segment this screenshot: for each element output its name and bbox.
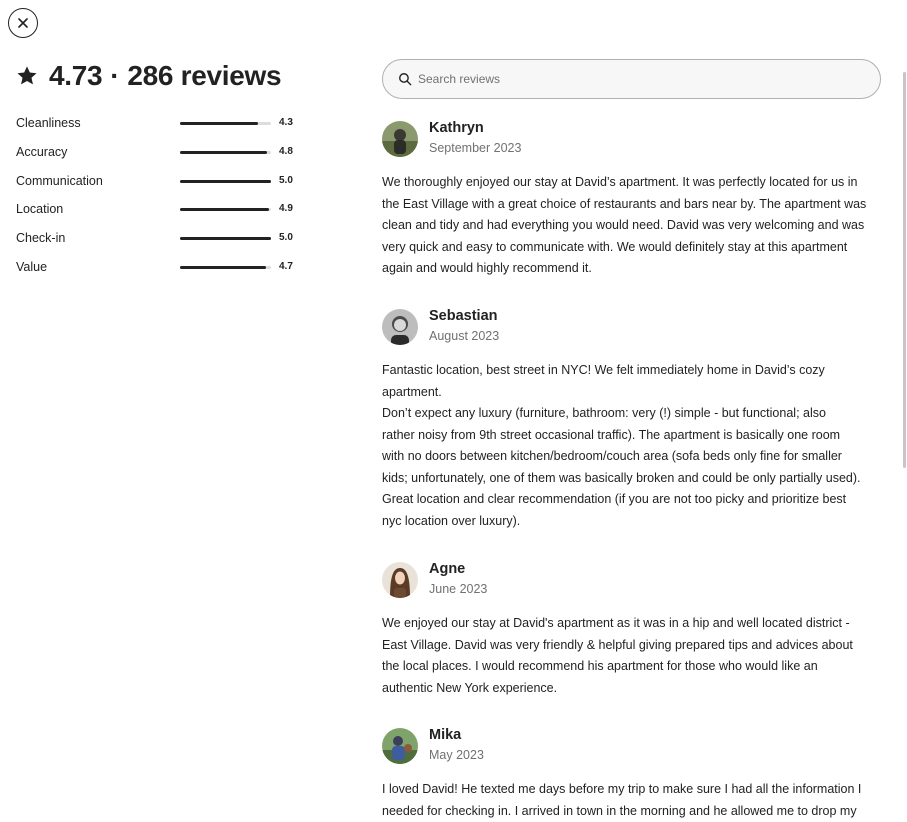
review-line: I loved David! He texted me days before … xyxy=(382,779,882,801)
review-line: again and would highly recommend it. xyxy=(382,258,882,280)
avatar[interactable] xyxy=(382,121,418,157)
rating-label: Value xyxy=(16,260,47,274)
rating-value: 4.8 xyxy=(279,146,293,157)
review-text: Fantastic location, best street in NYC! … xyxy=(382,360,882,532)
review-text: We enjoyed our stay at David's apartment… xyxy=(382,613,882,699)
review-line: authentic New York experience. xyxy=(382,678,882,700)
rating-bar-fill xyxy=(180,122,258,125)
rating-row-check-in: Check-in 5.0 xyxy=(16,229,306,258)
reviewer-name: Mika xyxy=(429,727,461,743)
rating-value: 5.0 xyxy=(279,175,293,186)
rating-bar-fill xyxy=(180,266,266,269)
separator-dot: · xyxy=(110,60,119,92)
star-icon xyxy=(16,65,38,87)
review-date: September 2023 xyxy=(429,141,521,155)
rating-label: Location xyxy=(16,202,63,216)
review-line: rather noisy from 9th street occasional … xyxy=(382,425,882,447)
review-line: the East Village with a great choice of … xyxy=(382,194,882,216)
close-icon xyxy=(18,18,28,28)
rating-label: Check-in xyxy=(16,231,65,245)
overall-rating: 4.73 xyxy=(49,60,102,92)
review-line: Don’t expect any luxury (furniture, bath… xyxy=(382,403,882,425)
review-date: May 2023 xyxy=(429,748,484,762)
review-header: Mika May 2023 xyxy=(382,727,882,767)
avatar[interactable] xyxy=(382,728,418,764)
rating-bar xyxy=(180,208,271,211)
rating-bar xyxy=(180,122,271,125)
review-text: We thoroughly enjoyed our stay at David’… xyxy=(382,172,882,280)
avatar[interactable] xyxy=(382,562,418,598)
rating-value: 4.3 xyxy=(279,117,293,128)
rating-label: Cleanliness xyxy=(16,116,81,130)
avatar[interactable] xyxy=(382,309,418,345)
rating-bar-fill xyxy=(180,180,271,183)
review-line: We enjoyed our stay at David's apartment… xyxy=(382,613,882,635)
scrollbar-thumb[interactable] xyxy=(903,72,906,468)
rating-value: 5.0 xyxy=(279,232,293,243)
rating-bar-fill xyxy=(180,151,267,154)
search-icon xyxy=(398,72,412,86)
rating-label: Accuracy xyxy=(16,145,67,159)
review-item: Kathryn September 2023 We thoroughly enj… xyxy=(382,120,882,280)
review-header: Sebastian August 2023 xyxy=(382,308,882,348)
review-line: very quick and easy to communicate with.… xyxy=(382,237,882,259)
rating-value: 4.7 xyxy=(279,261,293,272)
search-input[interactable] xyxy=(418,72,838,86)
review-line: needed for checking in. I arrived in tow… xyxy=(382,801,882,822)
reviews-count: 286 reviews xyxy=(127,60,281,92)
review-date: August 2023 xyxy=(429,329,499,343)
review-line: with no doors between kitchen/bedroom/co… xyxy=(382,446,882,468)
review-line: East Village. David was very friendly & … xyxy=(382,635,882,657)
rating-value: 4.9 xyxy=(279,203,293,214)
rating-bar xyxy=(180,237,271,240)
review-item: Agne June 2023 We enjoyed our stay at Da… xyxy=(382,561,882,699)
rating-bar-fill xyxy=(180,237,271,240)
review-line: We thoroughly enjoyed our stay at David’… xyxy=(382,172,882,194)
rating-row-accuracy: Accuracy 4.8 xyxy=(16,143,306,172)
review-date: June 2023 xyxy=(429,582,487,596)
reviewer-name: Agne xyxy=(429,561,465,577)
review-header: Kathryn September 2023 xyxy=(382,120,882,160)
rating-bar xyxy=(180,180,271,183)
rating-bar xyxy=(180,266,271,269)
category-ratings: Cleanliness 4.3 Accuracy 4.8 Communicati… xyxy=(16,114,306,287)
review-line: Great location and clear recommendation … xyxy=(382,489,882,511)
review-item: Sebastian August 2023 Fantastic location… xyxy=(382,308,882,532)
review-line: clean and tidy and had everything you wo… xyxy=(382,215,882,237)
search-bar[interactable] xyxy=(382,59,881,99)
reviewer-name: Kathryn xyxy=(429,120,484,136)
rating-label: Communication xyxy=(16,174,103,188)
review-line: apartment. xyxy=(382,382,882,404)
rating-row-communication: Communication 5.0 xyxy=(16,172,306,201)
review-text: I loved David! He texted me days before … xyxy=(382,779,882,822)
review-item: Mika May 2023 I loved David! He texted m… xyxy=(382,727,882,822)
review-line: nyc location over luxury). xyxy=(382,511,882,533)
review-line: Fantastic location, best street in NYC! … xyxy=(382,360,882,382)
reviewer-name: Sebastian xyxy=(429,308,498,324)
rating-header: 4.73 · 286 reviews xyxy=(16,60,281,92)
rating-bar xyxy=(180,151,271,154)
review-line: the local places. I would recommend his … xyxy=(382,656,882,678)
review-header: Agne June 2023 xyxy=(382,561,882,601)
scrollbar[interactable] xyxy=(902,60,907,817)
close-button[interactable] xyxy=(8,8,38,38)
rating-row-location: Location 4.9 xyxy=(16,200,306,229)
review-line: kids; unfortunately, one of them was bas… xyxy=(382,468,882,490)
rating-row-cleanliness: Cleanliness 4.3 xyxy=(16,114,306,143)
rating-row-value: Value 4.7 xyxy=(16,258,306,287)
rating-bar-fill xyxy=(180,208,269,211)
